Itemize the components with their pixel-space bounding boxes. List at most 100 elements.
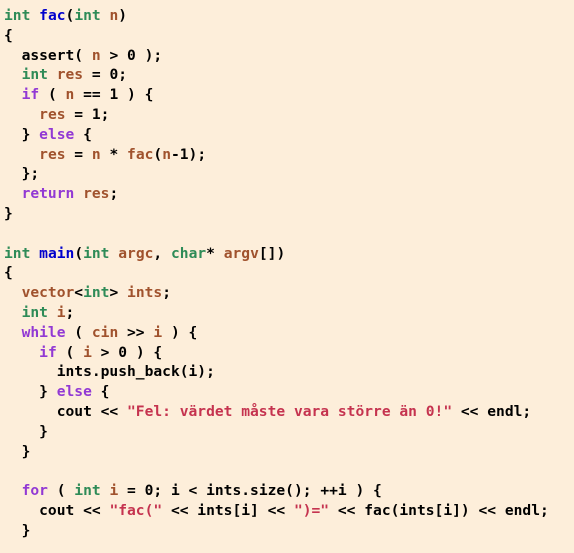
code-token-plain: ; <box>162 284 171 302</box>
code-token-type: int <box>83 244 110 262</box>
code-token-type: int <box>4 7 31 24</box>
code-token-ident: i <box>153 323 163 341</box>
code-token-type: char <box>171 244 207 262</box>
code-token-ident: res <box>39 145 66 163</box>
code-token-plain: ( <box>153 145 163 163</box>
code-token-plain: cout << <box>4 501 110 519</box>
code-token-plain: ( <box>39 86 66 104</box>
code-token-ident: cin <box>91 323 119 341</box>
code-token-ident: fac <box>127 145 154 163</box>
code-token-type: int <box>74 482 101 500</box>
code-token-keyword: else <box>39 125 75 143</box>
code-token-plain: } <box>4 442 31 460</box>
code-token-ident: ints <box>127 284 163 302</box>
code-token-ident: vector <box>21 284 75 302</box>
code-token-plain: ( <box>74 244 84 262</box>
code-token-ident: i <box>56 303 66 321</box>
code-line: } else { <box>0 125 574 145</box>
code-token-plain: ints.push_back(i); <box>56 363 215 381</box>
code-token-plain: << endl; <box>452 402 532 420</box>
code-line: assert( n > 0 ); <box>0 46 574 66</box>
code-line: cout << "Fel: värdet måste vara större ä… <box>0 402 574 422</box>
code-token-plain: < <box>74 284 84 302</box>
code-token-type: int <box>4 244 31 262</box>
code-line: { <box>0 26 574 46</box>
code-token-ident: n <box>91 46 101 64</box>
code-token-plain: { <box>91 383 110 401</box>
code-token-ident: n <box>65 86 75 104</box>
code-token-keyword: if <box>21 86 40 104</box>
code-token-plain: << fac(ints[i]) << endl; <box>329 501 549 519</box>
code-token-plain: } <box>4 125 40 143</box>
code-line: }; <box>0 164 574 184</box>
code-token-plain: > <box>109 284 128 302</box>
code-token-keyword: else <box>56 383 92 401</box>
code-line: int fac(int n) <box>0 6 574 26</box>
code-token-plain: * <box>206 244 224 262</box>
code-line: int i; <box>0 303 574 323</box>
code-token-ident: res <box>83 185 110 203</box>
code-token-string: ")=" <box>293 501 330 519</box>
code-token-plain: { <box>74 125 92 143</box>
code-token-keyword: for <box>21 482 48 500</box>
code-token-plain: ( <box>65 7 75 24</box>
code-token-ident: res <box>39 105 66 123</box>
code-token-plain: = 0; i < ints.size(); ++i ) { <box>118 482 382 500</box>
code-token-ident: argc <box>118 244 154 262</box>
code-token-ident: n <box>109 7 119 24</box>
code-token-keyword: if <box>39 343 57 361</box>
code-line: int res = 0; <box>0 65 574 85</box>
code-line: } <box>0 422 574 442</box>
code-line: return res; <box>0 184 574 204</box>
code-token-string: "Fel: värdet måste vara större än 0!" <box>127 402 453 420</box>
code-token-string: "fac(" <box>109 501 163 519</box>
code-line: ints.push_back(i); <box>0 362 574 382</box>
code-token-ident: n <box>162 145 171 163</box>
code-line: } <box>0 521 574 541</box>
code-token-plain: << ints[i] << <box>162 501 294 519</box>
code-token-plain: }; <box>4 165 40 183</box>
code-token-plain: > 0 ) { <box>91 343 163 361</box>
code-line: } <box>0 442 574 462</box>
code-token-type: int <box>74 7 101 24</box>
code-token-plain: -1); <box>170 145 207 163</box>
code-token-plain: { <box>4 26 13 44</box>
code-token-plain: == 1 ) { <box>74 86 154 104</box>
code-token-type: int <box>21 66 48 84</box>
code-token-plain: * <box>100 145 128 163</box>
code-token-plain: assert( <box>4 46 92 64</box>
code-token-plain: ( <box>47 482 75 500</box>
code-line: { <box>0 263 574 283</box>
code-line: while ( cin >> i ) { <box>0 323 574 343</box>
code-token-type: int <box>21 303 48 321</box>
code-token-plain: { <box>4 264 13 282</box>
code-token-plain: cout << <box>4 402 128 420</box>
code-token-keyword: return <box>21 185 75 203</box>
code-token-plain: ; <box>109 185 119 203</box>
code-token-plain: []) <box>258 244 286 262</box>
code-token-plain: ) { <box>162 323 198 341</box>
code-token-plain: >> <box>118 323 154 341</box>
code-token-ident: res <box>56 66 84 84</box>
code-line: res = n * fac(n-1); <box>0 145 574 165</box>
code-token-plain: ( <box>56 343 84 361</box>
code-line: cout << "fac(" << ints[i] << ")=" << fac… <box>0 501 574 521</box>
code-token-func: main <box>39 244 75 262</box>
source-code-view[interactable]: int fac(int n){ assert( n > 0 ); int res… <box>0 0 574 553</box>
code-token-type: int <box>83 284 110 302</box>
code-token-plain: = <box>65 145 92 163</box>
code-token-plain: } <box>4 383 57 401</box>
